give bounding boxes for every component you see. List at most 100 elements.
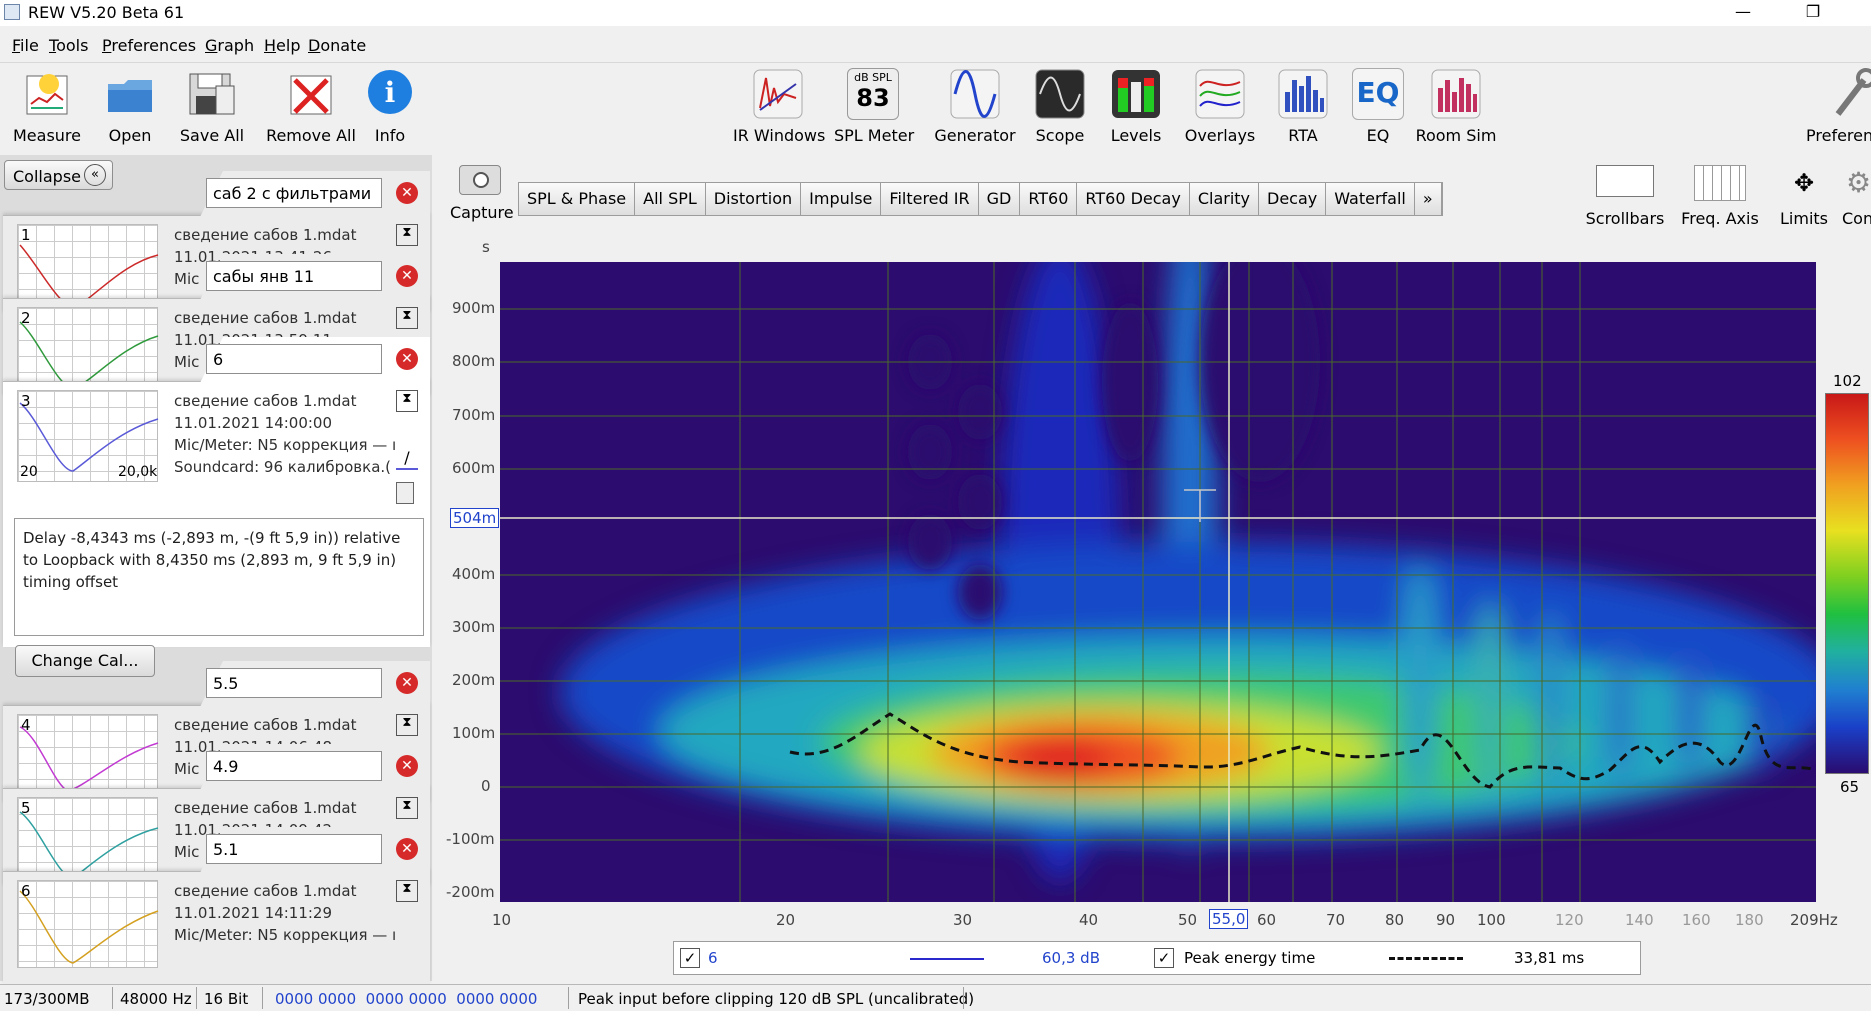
trace-line-sample bbox=[910, 958, 984, 960]
tag-icon[interactable]: ⧗ bbox=[396, 797, 418, 819]
collapse-button[interactable]: Collapse « bbox=[4, 160, 113, 190]
generator-icon bbox=[949, 68, 1001, 120]
limits-button[interactable]: ✥ Limits bbox=[1776, 165, 1832, 228]
pen-icon[interactable]: / bbox=[396, 448, 418, 470]
remove-icon bbox=[285, 68, 337, 120]
x-tick: 70 bbox=[1326, 911, 1346, 929]
tab-distortion[interactable]: Distortion bbox=[705, 183, 802, 215]
scrollbars-button[interactable]: Scrollbars bbox=[1585, 165, 1665, 228]
x-tick: 209Hz bbox=[1790, 911, 1838, 929]
minimize-button[interactable]: — bbox=[1720, 0, 1766, 26]
tag-icon[interactable]: ⧗ bbox=[396, 714, 418, 736]
tab-clarity[interactable]: Clarity bbox=[1189, 183, 1260, 215]
x-tick: 120 bbox=[1555, 911, 1584, 929]
measurement-number: 3 bbox=[21, 392, 31, 410]
y-tick: 400m bbox=[452, 565, 496, 583]
preferences-button[interactable]: Preferen bbox=[1806, 68, 1871, 145]
scope-icon bbox=[1034, 68, 1086, 120]
peak-line-sample bbox=[1389, 957, 1463, 960]
capture-button[interactable]: Capture bbox=[450, 165, 514, 222]
measurement-name-field[interactable]: саб 2 с фильтрами bbox=[206, 178, 382, 208]
levels-button[interactable]: Levels bbox=[1106, 68, 1166, 145]
tab-gd[interactable]: GD bbox=[978, 183, 1021, 215]
measurement-thumbnail bbox=[17, 880, 159, 968]
peak-checkbox[interactable]: ✓ bbox=[1154, 948, 1174, 968]
sample-rate: 48000 Hz bbox=[120, 990, 192, 1008]
window-title: REW V5.20 Beta 61 bbox=[28, 3, 185, 22]
tab-impulse[interactable]: Impulse bbox=[801, 183, 882, 215]
tag-icon[interactable]: ⧗ bbox=[396, 390, 418, 412]
change-cal-button[interactable]: Change Cal... bbox=[15, 645, 155, 677]
ir-windows-icon bbox=[752, 68, 804, 120]
x-tick: 180 bbox=[1735, 911, 1764, 929]
double-chevron-left-icon: « bbox=[84, 164, 106, 186]
measurement-name-field[interactable]: 5.5 bbox=[206, 668, 382, 698]
y-tick: 0 bbox=[481, 777, 491, 795]
scope-button[interactable]: Scope bbox=[1030, 68, 1090, 145]
delete-measurement-icon[interactable]: ✕ bbox=[396, 672, 418, 694]
spl-meter-button[interactable]: dB SPL 83 SPL Meter bbox=[834, 68, 914, 145]
x-tick: 90 bbox=[1436, 911, 1456, 929]
tab-filtered-ir[interactable]: Filtered IR bbox=[881, 183, 979, 215]
levels-icon bbox=[1110, 68, 1162, 120]
info-icon: i bbox=[364, 68, 416, 120]
measurement-number: 5 bbox=[21, 799, 31, 817]
eq-button[interactable]: EQ EQ bbox=[1352, 68, 1404, 145]
trace-checkbox[interactable]: ✓ bbox=[680, 948, 700, 968]
x-cursor-readout: 55,0 bbox=[1209, 909, 1249, 929]
freq-axis-button[interactable]: Freq. Axis bbox=[1679, 165, 1761, 228]
tag-icon[interactable]: ⧗ bbox=[396, 307, 418, 329]
measurement-item[interactable]: 5.1 ✕ 6 сведение сабов 1.mdat 11.01.2021 … bbox=[3, 827, 430, 984]
measure-button[interactable]: Measure bbox=[12, 68, 82, 145]
tab-all-spl[interactable]: All SPL bbox=[635, 183, 706, 215]
menu-graph[interactable]: Graph bbox=[205, 36, 254, 55]
delete-measurement-icon[interactable]: ✕ bbox=[396, 755, 418, 777]
limits-icon: ✥ bbox=[1793, 169, 1815, 197]
measurement-name-field[interactable]: 5.1 bbox=[206, 834, 382, 864]
menu-preferences[interactable]: Preferences bbox=[102, 36, 196, 55]
title-bar: REW V5.20 Beta 61 — ❐ bbox=[0, 0, 1871, 26]
graph-tabs: SPL & Phase All SPL Distortion Impulse F… bbox=[518, 182, 1443, 216]
scrollbars-icon bbox=[1596, 165, 1654, 197]
measurement-name-field[interactable]: 4.9 bbox=[206, 751, 382, 781]
document-icon[interactable] bbox=[396, 482, 414, 504]
room-sim-icon bbox=[1430, 68, 1482, 120]
menu-bar: File Tools Preferences Graph Help Donate bbox=[0, 30, 1871, 60]
controls-button[interactable]: ⚙ Con bbox=[1842, 165, 1871, 228]
ir-windows-button[interactable]: IR Windows bbox=[733, 68, 825, 145]
menu-file[interactable]: File bbox=[12, 36, 39, 55]
delete-measurement-icon[interactable]: ✕ bbox=[396, 838, 418, 860]
info-button[interactable]: i Info bbox=[364, 68, 416, 145]
gear-icon: ⚙ bbox=[1846, 166, 1871, 199]
remove-all-button[interactable]: Remove All bbox=[266, 68, 356, 145]
generator-button[interactable]: Generator bbox=[930, 68, 1020, 145]
tag-icon[interactable]: ⧗ bbox=[396, 224, 418, 246]
trace-name: 6 bbox=[708, 949, 718, 967]
measurement-name-field[interactable]: сабы янв 11 bbox=[206, 261, 382, 291]
open-button[interactable]: Open bbox=[100, 68, 160, 145]
tab-rt60[interactable]: RT60 bbox=[1020, 183, 1078, 215]
spectrogram-svg[interactable] bbox=[500, 262, 1816, 902]
waterfall-plot[interactable] bbox=[500, 262, 1816, 902]
tab-rt60-decay[interactable]: RT60 Decay bbox=[1077, 183, 1190, 215]
menu-donate[interactable]: Donate bbox=[308, 36, 366, 55]
delete-measurement-icon[interactable]: ✕ bbox=[396, 182, 418, 204]
tab-spl-phase[interactable]: SPL & Phase bbox=[519, 183, 636, 215]
tag-icon[interactable]: ⧗ bbox=[396, 880, 418, 902]
maximize-button[interactable]: ❐ bbox=[1790, 0, 1836, 26]
measurement-name-field[interactable]: 6 bbox=[206, 344, 382, 374]
tab-waterfall[interactable]: Waterfall bbox=[1326, 183, 1415, 215]
tab-decay[interactable]: Decay bbox=[1259, 183, 1327, 215]
delete-measurement-icon[interactable]: ✕ bbox=[396, 348, 418, 370]
peak-value: 33,81 ms bbox=[1514, 949, 1585, 967]
rta-button[interactable]: RTA bbox=[1277, 68, 1329, 145]
overlays-button[interactable]: Overlays bbox=[1180, 68, 1260, 145]
menu-help[interactable]: Help bbox=[264, 36, 300, 55]
save-all-button[interactable]: Save All bbox=[176, 68, 248, 145]
delete-measurement-icon[interactable]: ✕ bbox=[396, 265, 418, 287]
tab-more[interactable]: » bbox=[1414, 183, 1442, 215]
measurement-number: 1 bbox=[21, 226, 31, 244]
menu-tools[interactable]: Tools bbox=[49, 36, 88, 55]
memory-status: 173/300MB bbox=[4, 990, 90, 1008]
room-sim-button[interactable]: Room Sim bbox=[1413, 68, 1499, 145]
